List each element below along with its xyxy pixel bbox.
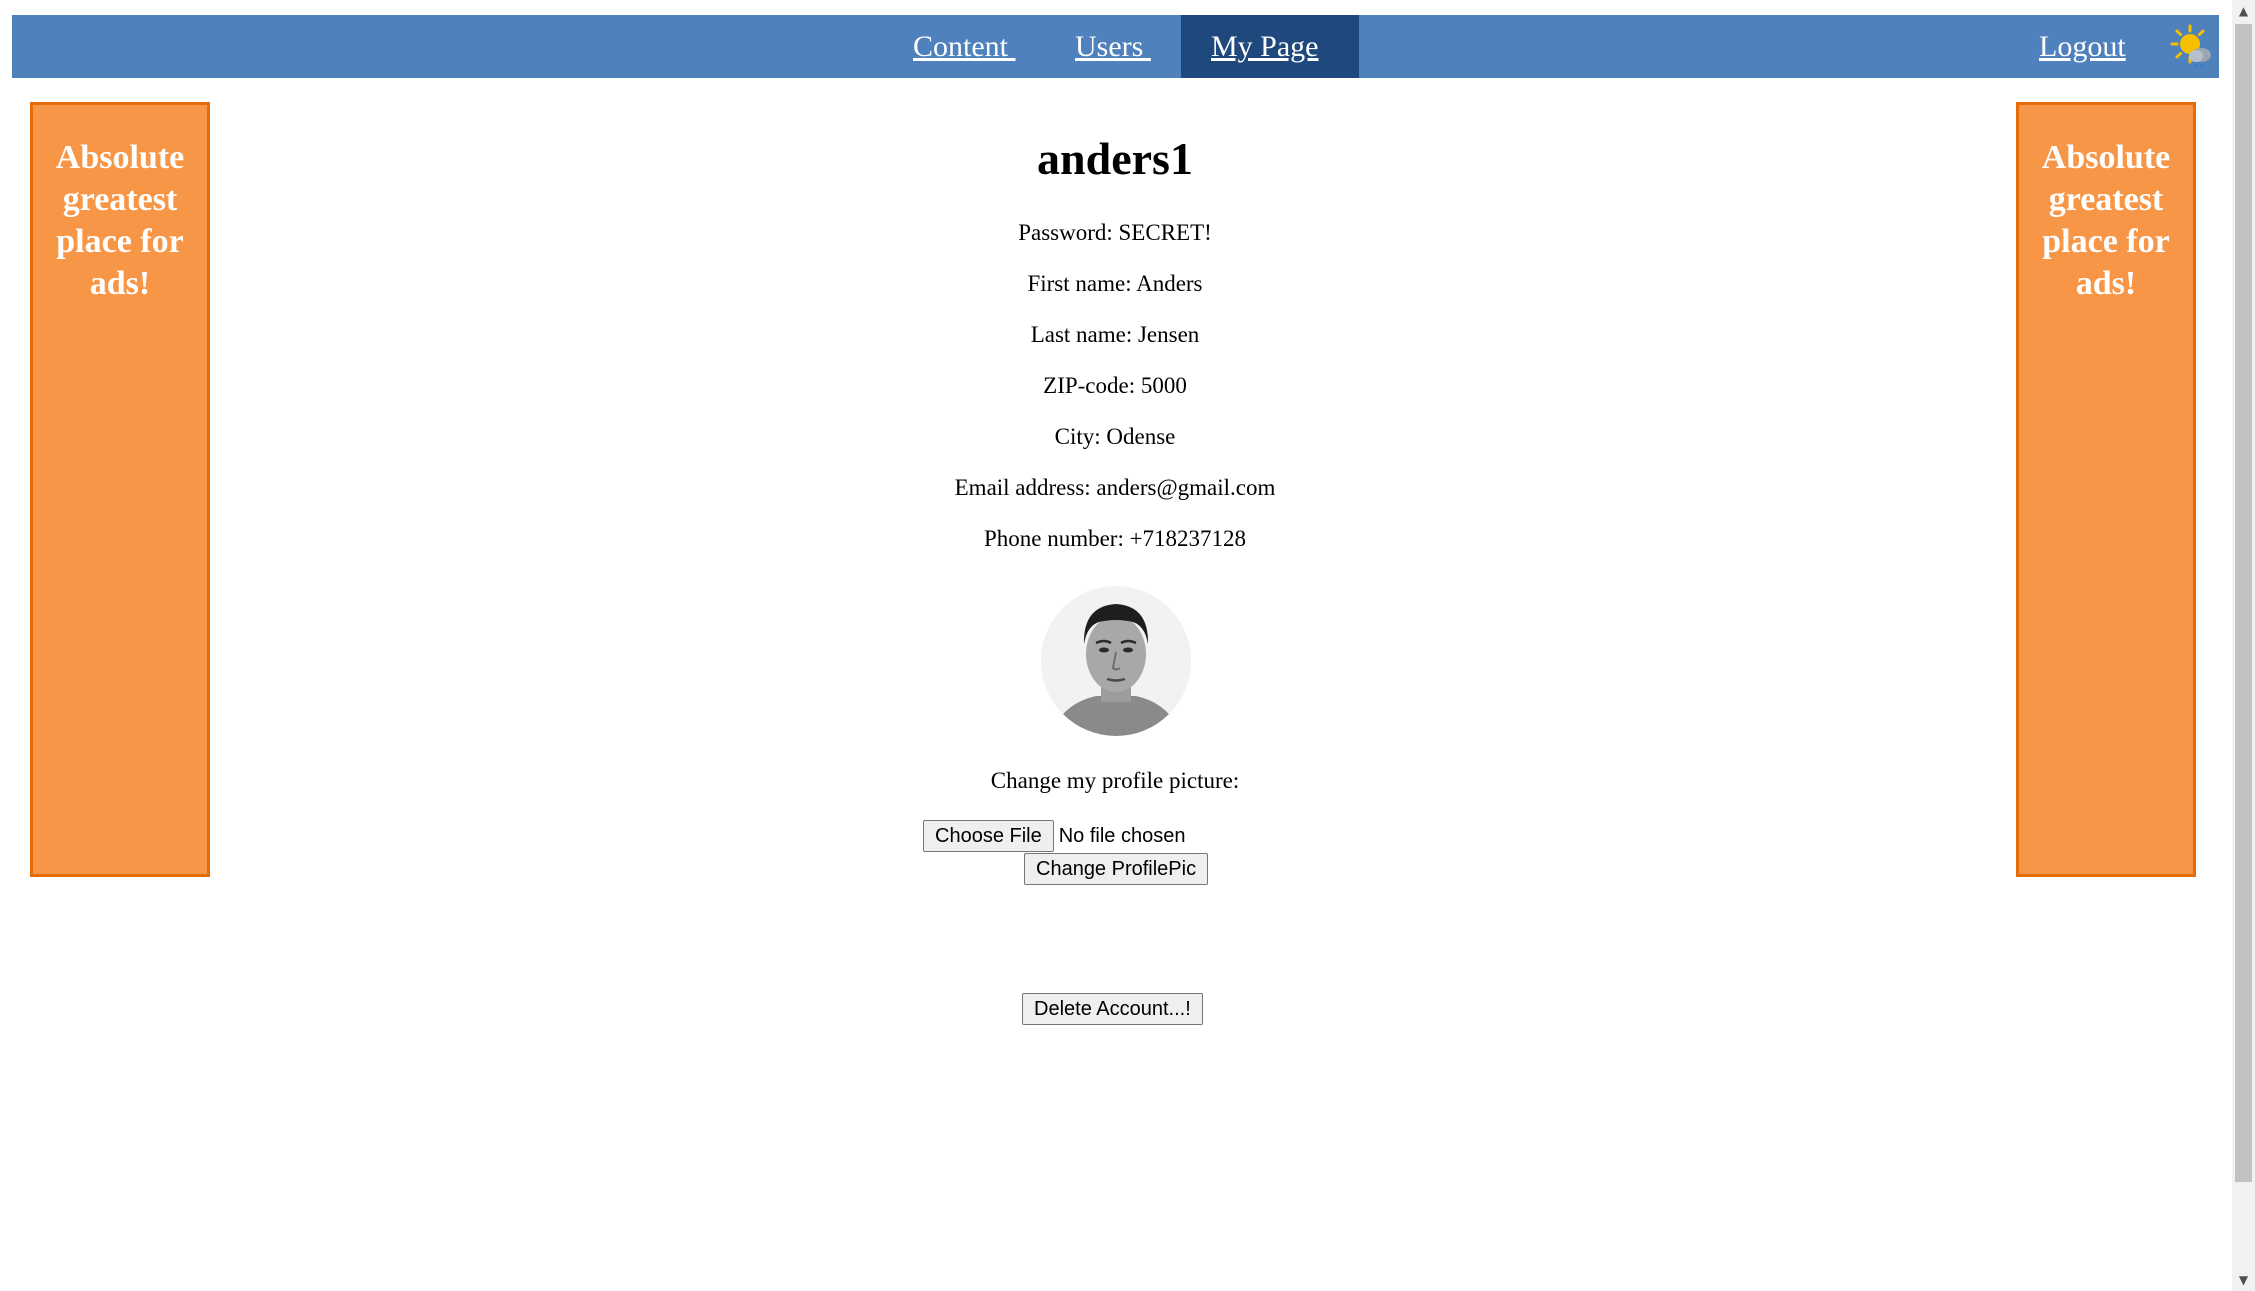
choose-file-button[interactable]: Choose File: [923, 820, 1054, 852]
delete-account-button[interactable]: Delete Account...!: [1022, 993, 1203, 1025]
vertical-scrollbar[interactable]: ▲ ▼: [2232, 0, 2255, 1291]
scroll-down-icon[interactable]: ▼: [2232, 1269, 2255, 1291]
nav-link-users[interactable]: Users: [1075, 15, 1151, 78]
first-name-text: First name: Anders: [1027, 271, 1203, 296]
avatar: [1041, 586, 1191, 736]
nav-link-my-page[interactable]: My Page: [1211, 15, 1319, 78]
page-title: anders1: [1037, 133, 1193, 184]
top-navbar: Content Users My Page Logout: [12, 15, 2219, 78]
change-picture-label: Change my profile picture:: [990, 768, 1240, 793]
page: Content Users My Page Logout Absolute gr…: [0, 0, 2255, 1291]
last-name-text: Last name: Jensen: [1030, 322, 1200, 347]
phone-text: Phone number: +718237128: [983, 526, 1247, 551]
change-profile-pic-button[interactable]: Change ProfilePic: [1024, 853, 1209, 885]
file-status-text: No file chosen: [1058, 824, 1186, 847]
scroll-up-icon[interactable]: ▲: [2232, 0, 2255, 22]
password-text: Password: SECRET!: [1018, 220, 1212, 245]
file-input[interactable]: Choose File No file chosen: [923, 820, 1185, 852]
weather-sun-cloud-icon[interactable]: [2170, 24, 2216, 70]
email-text: Email address: anders@gmail.com: [954, 475, 1276, 500]
zip-code-text: ZIP-code: 5000: [1043, 373, 1187, 398]
city-text: City: Odense: [1054, 424, 1176, 449]
profile-photo: [1041, 586, 1191, 736]
scrollbar-thumb[interactable]: [2235, 24, 2252, 1182]
logout-link[interactable]: Logout: [2039, 15, 2126, 78]
nav-link-content[interactable]: Content: [913, 15, 1016, 78]
